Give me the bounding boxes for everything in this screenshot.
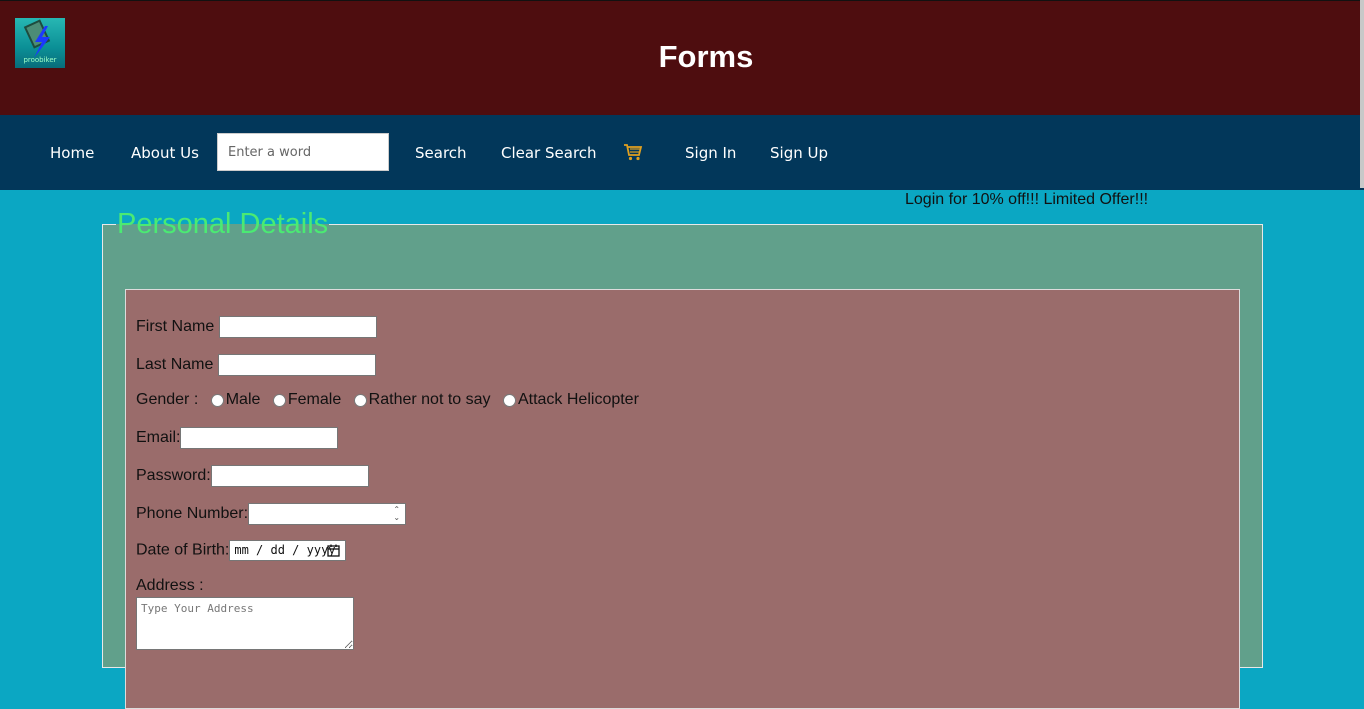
page-scrollbar[interactable] [1360,0,1364,188]
gender-label: Gender : [136,391,199,409]
nav-home[interactable]: Home [50,144,94,162]
gender-radio-male[interactable] [210,393,224,407]
email-label: Email: [136,429,181,446]
date-placeholder: mm / dd / yyyy [234,543,336,557]
form-panel: First Name Last Name Gender : Male Femal… [125,289,1240,709]
gender-option-label: Male [225,391,261,408]
gender-option-label: Female [287,391,342,408]
password-label: Password: [136,467,211,484]
address-label: Address : [136,577,204,594]
page-title: Forms [658,39,754,74]
gender-option-label: Rather not to say [368,391,491,408]
search-button[interactable]: Search [415,144,467,162]
number-spinner-icon[interactable]: ⌃ ⌄ [393,506,400,522]
gender-radio-female[interactable] [272,393,286,407]
gender-radio-group: Male Female Rather not to say Attack Hel… [203,391,639,409]
search-input[interactable] [217,133,389,171]
cart-icon[interactable] [623,143,643,166]
gender-option-label: Attack Helicopter [517,391,639,408]
first-name-input[interactable] [218,316,377,338]
phone-number-input[interactable] [248,503,407,525]
nav-sign-in[interactable]: Sign In [685,144,736,162]
phone-number-field: ⌃ ⌄ [248,503,407,525]
nav-about-us[interactable]: About Us [131,144,199,162]
nav-sign-up[interactable]: Sign Up [770,144,828,162]
clear-search-button[interactable]: Clear Search [501,144,597,162]
gender-radio-attack-helicopter[interactable] [502,393,516,407]
personal-details-legend: Personal Details [117,208,329,240]
header: proobiker Forms [0,0,1364,115]
first-name-label: First Name [136,318,215,335]
email-input[interactable] [180,427,339,449]
personal-details-fieldset: Personal Details First Name Last Name Ge… [102,208,1263,709]
last-name-input[interactable] [217,354,376,376]
calendar-icon[interactable] [327,544,341,557]
last-name-label: Last Name [136,356,214,373]
phone-number-label: Phone Number: [136,505,249,522]
dob-label: Date of Birth: [136,541,230,559]
navbar: Home About Us Search Clear Search Sign I… [0,115,1364,190]
promo-banner: Login for 10% off!!! Limited Offer!!! [905,191,1149,208]
date-of-birth-input[interactable]: mm / dd / yyyy [229,540,347,561]
password-input[interactable] [210,465,369,487]
address-textarea[interactable] [136,597,354,650]
gender-radio-rather-not-say[interactable] [353,393,367,407]
